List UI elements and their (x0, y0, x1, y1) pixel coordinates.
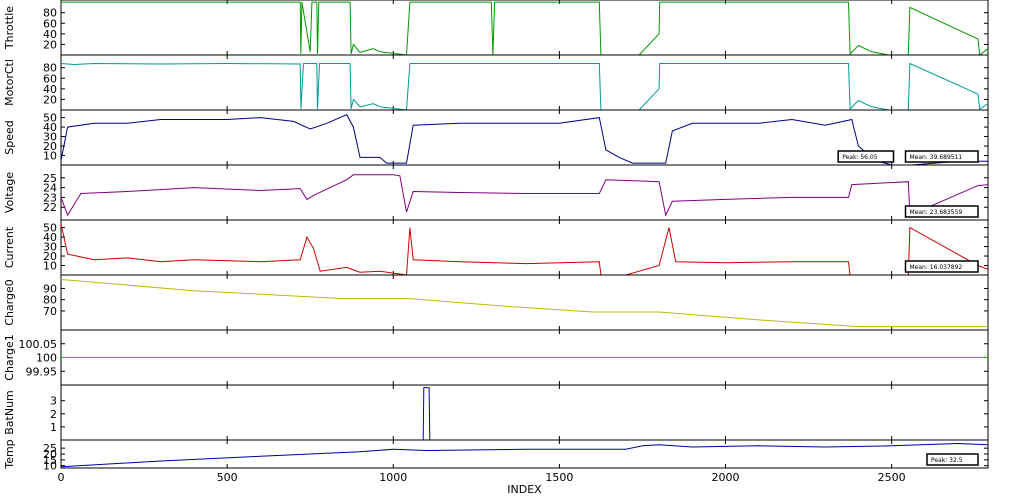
y-axis-label: Voltage (3, 172, 16, 213)
y-axis-label: MotorCtl (3, 59, 16, 106)
x-tick-label: 500 (217, 471, 238, 484)
panel-batnum: 123 BatNum (3, 384, 989, 441)
y-axis-label: Throttle (3, 6, 16, 50)
y-axis-label: Charge0 (3, 279, 16, 325)
y-tick-label: 80 (43, 294, 57, 307)
annotation-text: Peak: 56.05 (842, 154, 878, 161)
y-axis-label: Speed (3, 120, 16, 154)
y-tick-label: 80 (43, 7, 57, 20)
y-tick-label: 3 (50, 395, 57, 408)
y-tick-label: 80 (43, 62, 57, 75)
annotation-text: Mean: 16.037892 (910, 264, 963, 271)
panel-motorctl: 20406080MotorCtl (3, 54, 989, 111)
y-tick-label: 99.95 (26, 365, 58, 378)
y-tick-label: 50 (43, 112, 57, 125)
y-tick-label: 90 (43, 282, 57, 295)
panel-frame (60, 164, 989, 221)
y-tick-label: 50 (43, 222, 57, 235)
panel-frame (60, 384, 989, 441)
panel-charge1: 99.95100100.05Charge1 (3, 329, 989, 386)
x-tick-label: 2000 (712, 471, 740, 484)
y-axis-label: BatNum (3, 390, 16, 435)
y-tick-label: 70 (43, 305, 57, 318)
y-tick-label: 25 (43, 442, 57, 455)
y-tick-label: 25 (43, 172, 57, 185)
series-line (60, 442, 989, 468)
y-axis-label: Charge1 (3, 334, 16, 380)
y-tick-label: 100 (36, 352, 57, 365)
panel-current: 1020304050Current Mean: 16.037892 (3, 219, 989, 276)
x-tick-label: 2500 (878, 471, 906, 484)
panel-throttle: 20406080Throttle (3, 0, 989, 56)
annotation-text: Mean: 39.689511 (910, 154, 963, 161)
panel-voltage: 22232425Voltage Mean: 23.683559 (3, 164, 989, 221)
y-tick-label: 1 (50, 421, 57, 434)
y-axis-label: Current (3, 226, 16, 268)
panel-speed: 1020304050SpeedMean: 39.689511Peak: 56.0… (3, 109, 989, 166)
panel-frame (60, 274, 989, 331)
y-tick-label: 100.05 (19, 338, 58, 351)
series-line (60, 279, 988, 328)
panel-charge0: 708090 Charge0 (3, 274, 989, 331)
y-tick-label: 2 (50, 408, 57, 421)
panel-frame (60, 439, 989, 469)
x-tick-label: 1000 (379, 471, 407, 484)
series-line (61, 1, 989, 56)
y-axis-label: Temp (3, 439, 16, 469)
series-line (61, 387, 988, 441)
multi-panel-chart: 20406080Throttle20406080MotorCtl10203040… (3, 0, 989, 496)
x-tick-label: 0 (58, 471, 65, 484)
annotation-text: Peak: 32.5 (931, 457, 963, 464)
panel-temp: 10152025Temp Peak: 32.5 (3, 439, 989, 473)
series-line (60, 62, 989, 111)
x-axis-label: INDEX (507, 483, 542, 496)
series-line (60, 174, 989, 217)
series-line (60, 223, 989, 276)
annotation-text: Mean: 23.683559 (910, 209, 963, 216)
x-tick-label: 1500 (545, 471, 573, 484)
